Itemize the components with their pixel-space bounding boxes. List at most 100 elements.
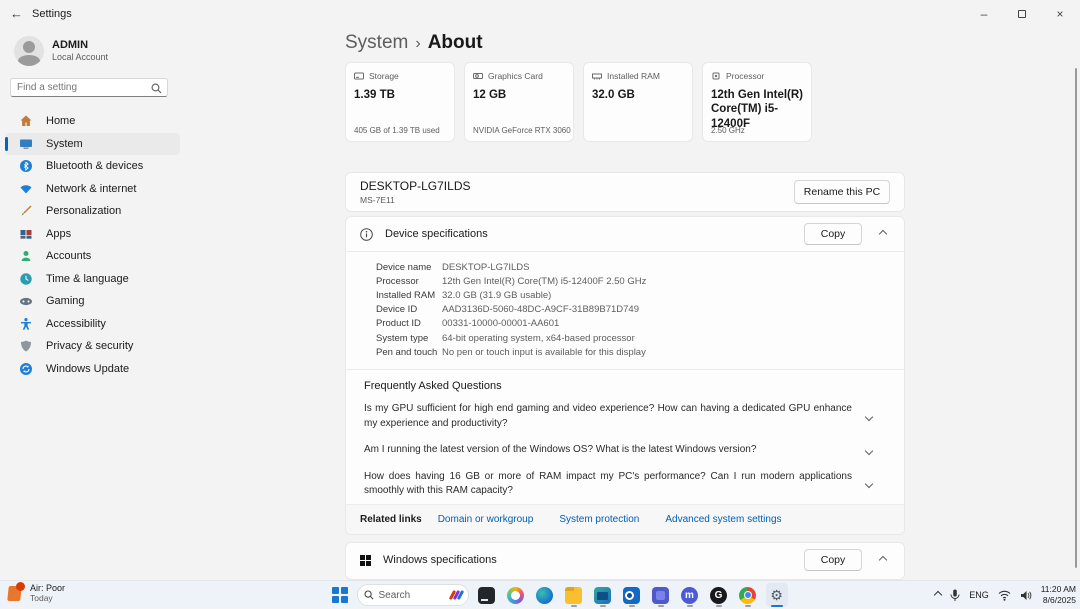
apps-grid-icon	[19, 227, 33, 241]
graphics-card-card[interactable]: Graphics Card 12 GB NVIDIA GeForce RTX 3…	[464, 62, 574, 142]
sidebar-item-gaming[interactable]: Gaming	[5, 290, 180, 313]
sidebar-item-accessibility[interactable]: Accessibility	[5, 313, 180, 336]
spec-value: AAD3136D-5060-48DC-A9CF-31B89B71D749	[442, 304, 639, 315]
spec-row: Device IDAAD3136D-5060-48DC-A9CF-31B89B7…	[376, 303, 904, 317]
edge-icon[interactable]	[534, 583, 556, 607]
copy-device-specs-button[interactable]: Copy	[804, 223, 862, 245]
card-value: 32.0 GB	[592, 88, 684, 102]
speaker-icon[interactable]	[1020, 590, 1032, 601]
spec-row: System type64-bit operating system, x64-…	[376, 331, 904, 345]
processor-card[interactable]: Processor 12th Gen Intel(R) Core(TM) i5-…	[702, 62, 812, 142]
breadcrumb-parent[interactable]: System	[345, 32, 408, 53]
copilot-icon[interactable]	[505, 583, 527, 607]
sidebar-item-privacy-security[interactable]: Privacy & security	[5, 335, 180, 358]
rename-pc-button[interactable]: Rename this PC	[794, 180, 890, 204]
card-label: Graphics Card	[488, 71, 543, 81]
related-links-label: Related links	[360, 514, 422, 525]
link-domain-or-workgroup[interactable]: Domain or workgroup	[438, 514, 534, 525]
user-account-type: Local Account	[52, 52, 108, 62]
wifi-tray-icon[interactable]	[998, 590, 1011, 601]
calendar-app-icon[interactable]	[592, 583, 614, 607]
spec-row: Product ID00331-10000-00001-AA601	[376, 317, 904, 331]
faq-question-1[interactable]: Is my GPU sufficient for high end gaming…	[364, 402, 890, 431]
hidden-icons-chevron[interactable]	[934, 591, 942, 599]
page-title: About	[428, 32, 483, 53]
device-specifications-header[interactable]: Device specifications Copy	[346, 217, 904, 251]
tray-date: 8/6/2025	[1041, 595, 1076, 606]
copy-windows-specs-button[interactable]: Copy	[804, 549, 862, 571]
spec-value: 00331-10000-00001-AA601	[442, 318, 559, 329]
weather-widget[interactable]: Air: Poor Today	[6, 583, 65, 603]
dark-app-icon[interactable]	[476, 583, 498, 607]
storage-card[interactable]: Storage 1.39 TB 405 GB of 1.39 TB used	[345, 62, 455, 142]
sidebar-item-apps[interactable]: Apps	[5, 223, 180, 246]
card-value: 12 GB	[473, 88, 565, 102]
shield-icon	[19, 339, 33, 353]
link-advanced-system-settings[interactable]: Advanced system settings	[665, 514, 781, 525]
vertical-scrollbar[interactable]	[1075, 68, 1077, 568]
user-name: ADMIN	[52, 39, 88, 51]
minimize-button[interactable]: –	[964, 0, 1004, 28]
g-circle-app-icon[interactable]: G	[708, 583, 730, 607]
card-sub: 405 GB of 1.39 TB used	[354, 126, 440, 135]
accessibility-icon	[19, 317, 33, 331]
card-value: 1.39 TB	[354, 88, 446, 102]
outlook-icon[interactable]	[621, 583, 643, 607]
windows-logo-icon	[360, 555, 371, 566]
spec-row: Device nameDESKTOP-LG7ILDS	[376, 260, 904, 274]
spec-row: Installed RAM32.0 GB (31.9 GB usable)	[376, 288, 904, 302]
search-highlights-icon	[451, 590, 462, 600]
windows-start-icon[interactable]	[332, 587, 348, 603]
microphone-icon[interactable]	[950, 589, 960, 602]
summary-cards: Storage 1.39 TB 405 GB of 1.39 TB used G…	[345, 62, 905, 142]
close-button[interactable]: ×	[1040, 0, 1080, 28]
sidebar-item-system[interactable]: System	[5, 133, 180, 156]
spec-label: Installed RAM	[376, 290, 442, 301]
notification-badge	[16, 582, 25, 591]
system-icon	[19, 137, 33, 151]
spec-label: Device name	[376, 262, 442, 273]
faq-question-2[interactable]: Am I running the latest version of the W…	[364, 443, 890, 458]
maximize-button[interactable]	[1002, 0, 1042, 28]
chevron-down-icon	[865, 446, 873, 454]
installed-ram-card[interactable]: Installed RAM 32.0 GB	[583, 62, 693, 142]
windows-specifications-header[interactable]: Windows specifications Copy	[346, 543, 904, 577]
spec-value: 12th Gen Intel(R) Core(TM) i5-12400F 2.5…	[442, 276, 646, 287]
home-icon	[19, 114, 33, 128]
link-system-protection[interactable]: System protection	[559, 514, 639, 525]
settings-gear-icon[interactable]: ⚙	[766, 583, 788, 607]
sidebar-item-personalization[interactable]: Personalization	[5, 200, 180, 223]
avatar[interactable]	[14, 36, 44, 66]
taskbar-search[interactable]: Search	[357, 584, 469, 606]
sidebar-item-windows-update[interactable]: Windows Update	[5, 358, 180, 381]
sidebar-item-time-language[interactable]: Time & language	[5, 268, 180, 291]
bluetooth-icon	[19, 159, 33, 173]
teams-icon[interactable]	[650, 583, 672, 607]
sidebar-item-network-internet[interactable]: Network & internet	[5, 178, 180, 201]
card-label: Storage	[369, 71, 399, 81]
file-explorer-icon[interactable]	[563, 583, 585, 607]
cpu-icon	[711, 71, 721, 81]
sidebar-item-bluetooth-devices[interactable]: Bluetooth & devices	[5, 155, 180, 178]
brush-icon	[19, 204, 33, 218]
device-specifications-panel: Device specifications Copy Device nameDE…	[345, 216, 905, 535]
network-icon	[19, 182, 33, 196]
chevron-up-icon[interactable]	[879, 556, 887, 564]
faq-question-3[interactable]: How does having 16 GB or more of RAM imp…	[364, 470, 890, 499]
sidebar-item-home[interactable]: Home	[5, 110, 180, 133]
sidebar-item-label: Accessibility	[46, 318, 106, 330]
sidebar-item-label: Bluetooth & devices	[46, 160, 143, 172]
maximize-icon	[1018, 10, 1026, 18]
language-indicator[interactable]: ENG	[969, 590, 989, 600]
gpu-icon	[473, 71, 483, 81]
clock[interactable]: 11:20 AM 8/6/2025	[1041, 584, 1076, 605]
back-button[interactable]: ←	[10, 6, 23, 21]
search-input[interactable]	[17, 79, 147, 96]
chrome-icon[interactable]	[737, 583, 759, 607]
m-circle-app-icon[interactable]: m	[679, 583, 701, 607]
sidebar-item-label: Accounts	[46, 250, 91, 262]
search-icon	[151, 83, 162, 94]
system-tray: ENG 11:20 AM 8/6/2025	[935, 581, 1076, 609]
sidebar-item-accounts[interactable]: Accounts	[5, 245, 180, 268]
chevron-up-icon[interactable]	[879, 230, 887, 238]
